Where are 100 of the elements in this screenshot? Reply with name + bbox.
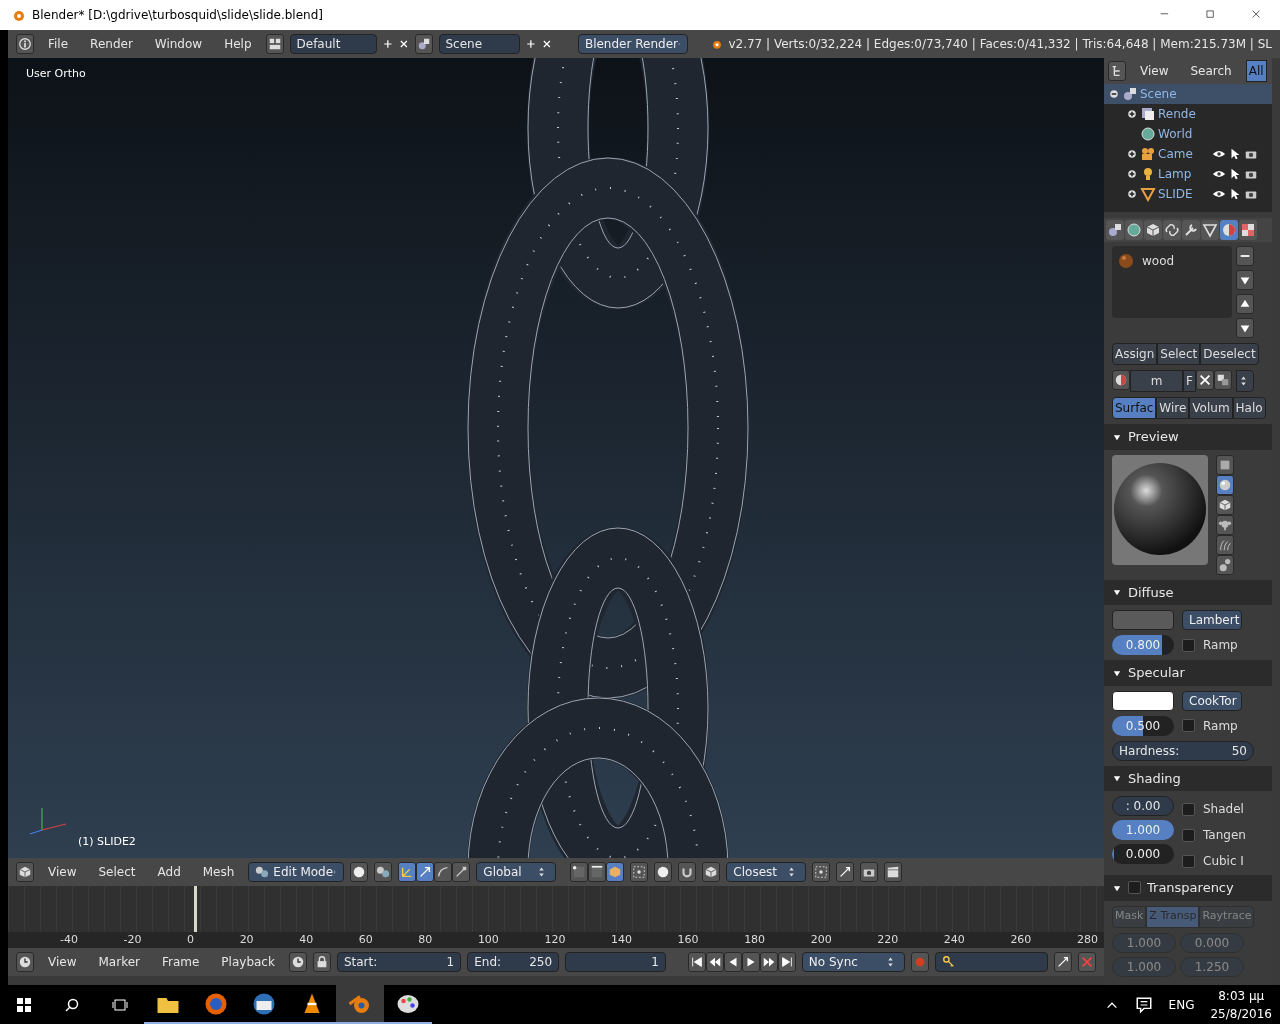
editor-type-button[interactable] bbox=[16, 952, 34, 972]
add-icon[interactable] bbox=[383, 37, 393, 51]
properties-tab[interactable] bbox=[1106, 220, 1124, 240]
outliner-item[interactable]: Came bbox=[1158, 145, 1210, 163]
properties-tab[interactable] bbox=[1125, 220, 1143, 240]
current-frame-field[interactable]: 1 bbox=[565, 952, 666, 972]
snap-element-button[interactable] bbox=[702, 862, 721, 882]
unlink-button[interactable] bbox=[1196, 370, 1214, 390]
snap-align-button[interactable] bbox=[836, 862, 855, 882]
slot-action-button[interactable]: Assign bbox=[1112, 343, 1158, 365]
3d-viewport[interactable]: User Ortho (1) SLIDE2 bbox=[8, 58, 1104, 858]
scale-button[interactable] bbox=[452, 862, 471, 882]
emit-field[interactable]: : 0.00 bbox=[1112, 796, 1174, 816]
properties-tab[interactable] bbox=[1163, 220, 1181, 240]
add-icon[interactable] bbox=[526, 37, 537, 51]
face-select-button[interactable] bbox=[606, 862, 625, 882]
menu-item[interactable]: Search bbox=[1182, 60, 1240, 82]
play-reverse-button[interactable] bbox=[723, 952, 742, 972]
expand-icon[interactable] bbox=[1126, 188, 1138, 200]
shading-button[interactable] bbox=[350, 862, 369, 882]
hardness-field[interactable]: Hardness: 50 bbox=[1112, 740, 1254, 761]
checkbox[interactable] bbox=[1182, 854, 1195, 868]
snap-button[interactable] bbox=[678, 862, 697, 882]
prev-keyframe-button[interactable] bbox=[705, 952, 724, 972]
next-keyframe-button[interactable] bbox=[759, 952, 778, 972]
menu-item[interactable]: Frame bbox=[153, 951, 208, 973]
occlude-button[interactable] bbox=[630, 862, 649, 882]
sync-dropdown[interactable]: No Sync bbox=[801, 952, 905, 972]
material-type-tab[interactable]: Wire bbox=[1156, 397, 1190, 419]
proportional-button[interactable] bbox=[654, 862, 673, 882]
scene-browse-button[interactable] bbox=[414, 34, 433, 54]
outliner-item[interactable]: Lamp bbox=[1158, 165, 1210, 183]
checkbox[interactable] bbox=[1182, 638, 1195, 652]
delete-key-button[interactable] bbox=[1078, 952, 1096, 972]
display-mode-button[interactable] bbox=[1108, 61, 1126, 81]
menu-item[interactable]: View bbox=[1132, 60, 1177, 82]
move-down-button[interactable] bbox=[1236, 318, 1254, 338]
menu-item[interactable]: Playback bbox=[213, 951, 283, 973]
browse-material-button[interactable] bbox=[1112, 370, 1130, 390]
material-type-tab[interactable]: Halo bbox=[1232, 397, 1266, 419]
properties-tab[interactable] bbox=[1239, 220, 1257, 240]
preview-monkey-button[interactable] bbox=[1216, 514, 1234, 535]
intensity-slider[interactable]: 0.500 bbox=[1112, 715, 1174, 736]
clock[interactable]: 8:03 μμ 25/8/2016 bbox=[1210, 986, 1272, 1023]
render-button[interactable] bbox=[860, 862, 879, 882]
shader-dropdown[interactable]: Lambert bbox=[1182, 610, 1242, 630]
mode-dropdown[interactable]: Edit Mode bbox=[248, 862, 345, 882]
expand-icon[interactable] bbox=[1126, 168, 1138, 180]
expand-icon[interactable] bbox=[1126, 148, 1138, 160]
orientation-dropdown[interactable]: Global bbox=[476, 862, 557, 882]
play-button[interactable] bbox=[741, 952, 760, 972]
remove-slot-button[interactable] bbox=[1236, 246, 1254, 266]
properties-tab[interactable] bbox=[1201, 220, 1219, 240]
menu-item[interactable]: Help bbox=[216, 33, 260, 55]
slot-menu-button[interactable] bbox=[1236, 270, 1254, 290]
end-frame-field[interactable]: End: 250 bbox=[467, 952, 560, 972]
material-slot-list[interactable]: wood bbox=[1112, 246, 1232, 318]
edge-select-button[interactable] bbox=[588, 862, 607, 882]
outliner-item[interactable]: World bbox=[1158, 125, 1210, 143]
preview-sphere-button[interactable] bbox=[1216, 474, 1234, 495]
pivot-button[interactable] bbox=[374, 862, 393, 882]
editor-type-button[interactable] bbox=[16, 34, 34, 54]
move-up-button[interactable] bbox=[1236, 294, 1254, 314]
snap-options-button[interactable] bbox=[812, 862, 831, 882]
keying-set-field[interactable] bbox=[934, 952, 1048, 972]
filter-button[interactable]: All bbox=[1245, 60, 1267, 82]
editor-type-button[interactable] bbox=[16, 862, 34, 882]
notifications-icon[interactable] bbox=[1134, 995, 1153, 1014]
translate-button[interactable] bbox=[416, 862, 435, 882]
menu-item[interactable]: Select bbox=[90, 861, 144, 883]
snap-target-dropdown[interactable]: Closest bbox=[726, 862, 807, 882]
insert-key-button[interactable] bbox=[1054, 952, 1072, 972]
rotate-button[interactable] bbox=[434, 862, 453, 882]
preview-flat-button[interactable] bbox=[1216, 454, 1234, 475]
slot-action-button[interactable]: Deselect bbox=[1200, 343, 1259, 365]
value-slider[interactable]: 0.000 bbox=[1112, 844, 1174, 864]
outliner-item[interactable]: Rende bbox=[1158, 105, 1210, 123]
menu-item[interactable]: Marker bbox=[90, 951, 148, 973]
keyframe-button[interactable] bbox=[288, 952, 307, 972]
layout-browse-button[interactable] bbox=[265, 34, 284, 54]
material-type-tab[interactable]: Surfac bbox=[1112, 397, 1157, 419]
collapse-icon[interactable] bbox=[1108, 88, 1120, 100]
menu-item[interactable]: Mesh bbox=[194, 861, 243, 883]
expand-icon[interactable] bbox=[1126, 108, 1138, 120]
menu-item[interactable]: File bbox=[40, 33, 77, 55]
color-swatch[interactable] bbox=[1112, 690, 1174, 711]
manipulator-axes-button[interactable] bbox=[398, 862, 417, 882]
outliner-item[interactable]: SLIDE bbox=[1158, 185, 1210, 203]
properties-tab[interactable] bbox=[1220, 220, 1238, 240]
menu-item[interactable]: Window bbox=[146, 33, 211, 55]
value-slider[interactable]: 1.000 bbox=[1112, 820, 1174, 840]
language-indicator[interactable]: ENG bbox=[1168, 995, 1195, 1014]
properties-tab[interactable] bbox=[1144, 220, 1162, 240]
link-dropdown[interactable] bbox=[1236, 370, 1254, 392]
layout-field[interactable]: Default bbox=[289, 34, 378, 54]
intensity-slider[interactable]: 0.800 bbox=[1112, 635, 1174, 655]
color-swatch[interactable] bbox=[1112, 610, 1174, 630]
jump-end-button[interactable] bbox=[777, 952, 796, 972]
menu-item[interactable]: Add bbox=[149, 861, 189, 883]
start-frame-field[interactable]: Start: 1 bbox=[336, 952, 462, 972]
